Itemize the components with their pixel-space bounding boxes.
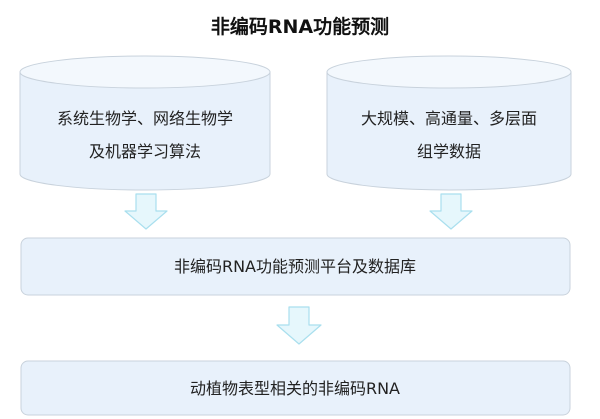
- down-arrow-left-icon: [124, 193, 168, 230]
- down-arrow-right-icon: [429, 193, 473, 230]
- output-box: 动植物表型相关的非编码RNA: [20, 360, 571, 416]
- input-database-left: 系统生物学、网络生物学 及机器学习算法: [19, 55, 271, 191]
- database-top: [19, 55, 271, 89]
- database-top: [326, 55, 572, 89]
- ncrna-prediction-flow-diagram: 非编码RNA功能预测 系统生物学、网络生物学 及机器学习算法 大规模、高通量、多…: [19, 15, 572, 416]
- diagram-title: 非编码RNA功能预测: [211, 15, 389, 38]
- platform-label: 非编码RNA功能预测平台及数据库: [174, 257, 416, 276]
- down-arrow-center-icon: [276, 306, 322, 345]
- input-left-line2: 及机器学习算法: [89, 142, 201, 161]
- platform-box: 非编码RNA功能预测平台及数据库: [20, 237, 571, 296]
- output-label: 动植物表型相关的非编码RNA: [190, 379, 400, 398]
- input-right-line2: 组学数据: [417, 142, 481, 161]
- database-body: [326, 71, 572, 191]
- input-database-right: 大规模、高通量、多层面 组学数据: [326, 55, 572, 191]
- database-body: [19, 71, 271, 191]
- input-left-line1: 系统生物学、网络生物学: [57, 109, 233, 128]
- input-right-line1: 大规模、高通量、多层面: [361, 109, 537, 128]
